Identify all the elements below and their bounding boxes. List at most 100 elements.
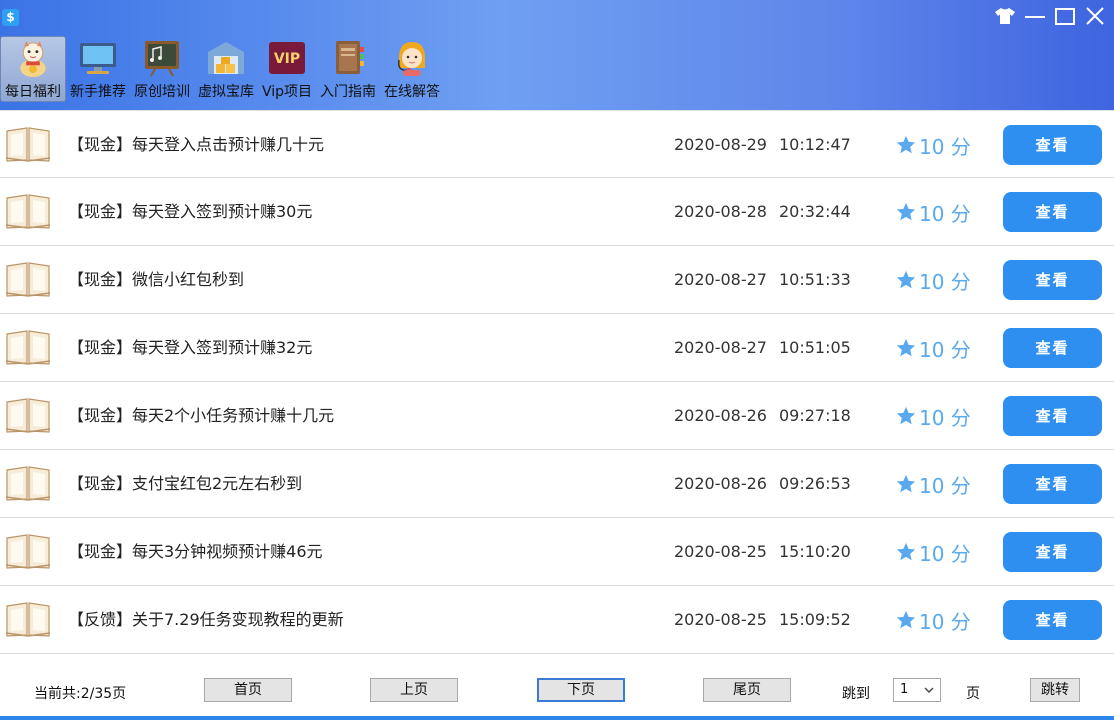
first-page-button[interactable]: 首页 (204, 678, 292, 702)
jump-label: 跳到 (842, 686, 870, 702)
svg-text:VIP: VIP (274, 51, 300, 67)
item-date: 2020-08-29 (674, 135, 767, 154)
guide-book-icon (336, 41, 365, 74)
open-book-icon (5, 262, 51, 297)
list-item[interactable]: 【现金】每天登入点击预计赚几十元 2020-08-29 10:12:47 10 … (0, 110, 1114, 178)
item-time: 20:32:44 (779, 202, 851, 221)
item-score-text: 10 分 (919, 609, 971, 634)
item-title[interactable]: 【反馈】关于7.29任务变现教程的更新 (68, 586, 344, 654)
item-date: 2020-08-26 (674, 406, 767, 425)
view-button[interactable]: 查看 (1003, 260, 1102, 300)
item-time: 15:09:52 (779, 610, 851, 629)
item-date: 2020-08-25 (674, 542, 767, 561)
star-icon (896, 474, 916, 493)
item-date: 2020-08-25 (674, 610, 767, 629)
star-icon (896, 542, 916, 561)
tool-vip-projects[interactable]: VIP Vip项目 (258, 36, 316, 102)
chevron-down-icon (924, 687, 934, 693)
view-button[interactable]: 查看 (1003, 464, 1102, 504)
item-score: 10 分 (895, 246, 971, 314)
item-time: 09:26:53 (779, 474, 851, 493)
prev-page-button[interactable]: 上页 (370, 678, 458, 702)
item-score-text: 10 分 (919, 405, 971, 430)
list-item[interactable]: 【现金】支付宝红包2元左右秒到 2020-08-26 09:26:53 10 分… (0, 450, 1114, 518)
item-date: 2020-08-28 (674, 202, 767, 221)
pagination-bar: 当前共:2/35页 首页 上页 下页 尾页 跳到 1 页 跳转 (0, 664, 1114, 720)
item-title[interactable]: 【现金】每天登入点击预计赚几十元 (68, 111, 324, 179)
list-item[interactable]: 【现金】微信小红包秒到 2020-08-27 10:51:33 10 分 查看 (0, 246, 1114, 314)
dollar-icon: $ (2, 9, 19, 26)
view-button[interactable]: 查看 (1003, 600, 1102, 640)
tool-original-training[interactable]: 原创培训 (130, 36, 194, 102)
tool-newbie-recommend[interactable]: 新手推荐 (66, 36, 130, 102)
lucky-cat-icon (20, 40, 46, 78)
shirt-icon[interactable] (992, 4, 1018, 28)
item-score-text: 10 分 (919, 337, 971, 362)
chalkboard-icon (145, 41, 179, 77)
item-score-text: 10 分 (919, 541, 971, 566)
page-unit-label: 页 (966, 686, 980, 702)
tool-daily-benefits[interactable]: 每日福利 (0, 36, 66, 102)
view-button[interactable]: 查看 (1003, 328, 1102, 368)
jump-page-select[interactable]: 1 (893, 678, 941, 702)
open-book-icon (5, 534, 51, 569)
jump-page-value: 1 (900, 682, 909, 697)
view-button[interactable]: 查看 (1003, 192, 1102, 232)
page-status: 当前共:2/35页 (34, 686, 127, 702)
star-icon (896, 135, 916, 154)
last-page-button[interactable]: 尾页 (703, 678, 791, 702)
open-book-icon (5, 466, 51, 501)
item-date: 2020-08-27 (674, 338, 767, 357)
item-score-text: 10 分 (919, 201, 971, 226)
minimize-icon[interactable] (1022, 4, 1048, 28)
jump-go-button[interactable]: 跳转 (1030, 678, 1080, 702)
item-score: 10 分 (895, 518, 971, 586)
item-score: 10 分 (895, 111, 971, 179)
item-title[interactable]: 【现金】每天3分钟视频预计赚46元 (68, 518, 323, 586)
item-score: 10 分 (895, 178, 971, 246)
view-button[interactable]: 查看 (1003, 396, 1102, 436)
view-button[interactable]: 查看 (1003, 125, 1102, 165)
item-score-text: 10 分 (919, 134, 971, 159)
open-book-icon (5, 330, 51, 365)
tool-label: 虚拟宝库 (198, 84, 254, 100)
item-time: 10:51:05 (779, 338, 851, 357)
next-page-button[interactable]: 下页 (537, 678, 625, 702)
view-button[interactable]: 查看 (1003, 532, 1102, 572)
window-controls (992, 4, 1108, 28)
tool-virtual-treasury[interactable]: 虚拟宝库 (194, 36, 258, 102)
item-date: 2020-08-27 (674, 270, 767, 289)
list-item[interactable]: 【现金】每天登入签到预计赚32元 2020-08-27 10:51:05 10 … (0, 314, 1114, 382)
tool-label: 每日福利 (5, 84, 61, 100)
star-icon (896, 338, 916, 357)
star-icon (896, 202, 916, 221)
support-agent-icon (398, 42, 426, 76)
open-book-icon (5, 602, 51, 637)
list-item[interactable]: 【现金】每天3分钟视频预计赚46元 2020-08-25 15:10:20 10… (0, 518, 1114, 586)
maximize-icon[interactable] (1052, 4, 1078, 28)
open-book-icon (5, 398, 51, 433)
item-title[interactable]: 【现金】每天登入签到预计赚32元 (68, 314, 312, 382)
tool-online-support[interactable]: 在线解答 (380, 36, 444, 102)
star-icon (896, 406, 916, 425)
tool-label: 在线解答 (384, 84, 441, 100)
list-item[interactable]: 【反馈】关于7.29任务变现教程的更新 2020-08-25 15:09:52 … (0, 586, 1114, 654)
item-title[interactable]: 【现金】支付宝红包2元左右秒到 (68, 450, 302, 518)
tool-label: 原创培训 (134, 84, 190, 100)
tool-beginner-guide[interactable]: 入门指南 (316, 36, 380, 102)
item-title[interactable]: 【现金】每天登入签到预计赚30元 (68, 178, 312, 246)
tool-label: Vip项目 (262, 84, 313, 100)
star-icon (896, 610, 916, 629)
item-score-text: 10 分 (919, 473, 971, 498)
list-item[interactable]: 【现金】每天登入签到预计赚30元 2020-08-28 20:32:44 10 … (0, 178, 1114, 246)
list-item[interactable]: 【现金】每天2个小任务预计赚十几元 2020-08-26 09:27:18 10… (0, 382, 1114, 450)
vip-icon: VIP (269, 42, 306, 74)
item-time: 15:10:20 (779, 542, 851, 561)
item-title[interactable]: 【现金】每天2个小任务预计赚十几元 (68, 382, 334, 450)
task-list: 【现金】每天登入点击预计赚几十元 2020-08-29 10:12:47 10 … (0, 110, 1114, 654)
item-title[interactable]: 【现金】微信小红包秒到 (68, 246, 244, 314)
item-score-text: 10 分 (919, 269, 971, 294)
star-icon (896, 270, 916, 289)
item-score: 10 分 (895, 382, 971, 450)
close-icon[interactable] (1082, 4, 1108, 28)
